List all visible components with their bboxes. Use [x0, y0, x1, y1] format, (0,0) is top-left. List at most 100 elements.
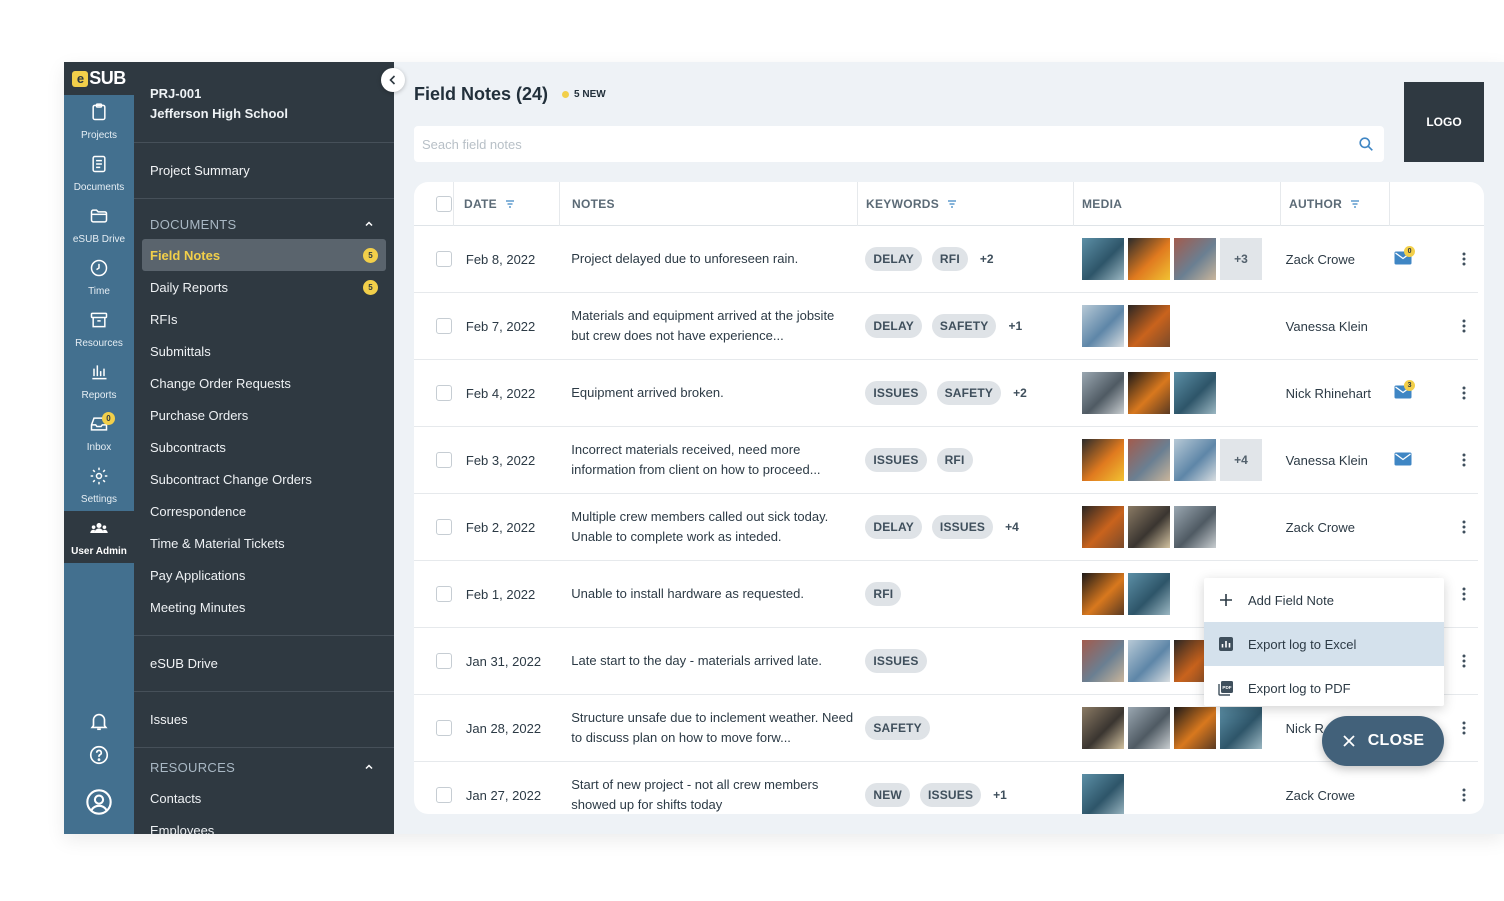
keyword-chip[interactable]: ISSUES [931, 515, 994, 539]
sidebar-item-subcontract-change-orders[interactable]: Subcontract Change Orders [134, 463, 394, 495]
mail-button[interactable] [1394, 452, 1414, 468]
mail-button[interactable]: 3 [1394, 380, 1416, 401]
media-thumbnail[interactable] [1173, 707, 1216, 749]
more-keywords-count[interactable]: +1 [993, 788, 1007, 802]
sidebar-item-daily-reports[interactable]: Daily Reports 5 [134, 271, 394, 303]
media-thumbnail[interactable] [1127, 640, 1170, 682]
media-thumbnail[interactable] [1219, 707, 1262, 749]
keyword-chip[interactable]: DELAY [865, 515, 922, 539]
more-options-icon[interactable] [1456, 318, 1472, 334]
sidebar-item-time-material-tickets[interactable]: Time & Material Tickets [134, 527, 394, 559]
row-checkbox[interactable] [436, 452, 452, 468]
media-thumbnail[interactable] [1127, 238, 1170, 280]
rail-item-reports[interactable]: Reports [64, 355, 134, 407]
more-keywords-count[interactable]: +1 [1008, 319, 1022, 333]
media-thumbnail[interactable] [1127, 305, 1170, 347]
row-checkbox[interactable] [436, 318, 452, 334]
row-checkbox[interactable] [436, 787, 452, 803]
keyword-chip[interactable]: RFI [865, 582, 902, 606]
mail-button[interactable]: 0 [1394, 246, 1416, 267]
menu-item-export-log-to-excel[interactable]: Export log to Excel [1204, 622, 1444, 666]
more-keywords-count[interactable]: +2 [980, 252, 994, 266]
keyword-chip[interactable]: SAFETY [936, 381, 1002, 405]
media-thumbnail[interactable] [1127, 707, 1170, 749]
sidebar-item-subcontracts[interactable]: Subcontracts [134, 431, 394, 463]
media-thumbnail[interactable] [1081, 707, 1124, 749]
sidebar-item-esub-drive[interactable]: eSUB Drive [134, 636, 394, 692]
table-row[interactable]: Feb 3, 2022 Incorrect materials received,… [414, 427, 1478, 494]
row-checkbox[interactable] [436, 251, 452, 267]
media-thumbnail[interactable] [1081, 573, 1124, 615]
resources-section-header[interactable]: RESOURCES [134, 752, 394, 782]
media-thumbnail[interactable] [1081, 506, 1124, 548]
media-thumbnail[interactable] [1127, 573, 1170, 615]
bell-icon[interactable] [88, 710, 110, 732]
table-row[interactable]: Feb 4, 2022 Equipment arrived broken. ISSU… [414, 360, 1478, 427]
row-checkbox[interactable] [436, 653, 452, 669]
table-row[interactable]: Jan 27, 2022 Start of new project - not a… [414, 762, 1478, 814]
sidebar-item-purchase-orders[interactable]: Purchase Orders [134, 399, 394, 431]
sidebar-item-submittals[interactable]: Submittals [134, 335, 394, 367]
keyword-chip[interactable]: ISSUES [865, 649, 927, 673]
media-thumbnail[interactable] [1081, 305, 1124, 347]
media-thumbnail[interactable] [1081, 439, 1124, 481]
sidebar-item-issues[interactable]: Issues [134, 692, 394, 748]
sidebar-item-field-notes[interactable]: Field Notes 5 [142, 239, 386, 271]
more-media-count[interactable]: +4 [1219, 439, 1262, 481]
row-checkbox[interactable] [436, 519, 452, 535]
more-options-icon[interactable] [1456, 251, 1472, 267]
sidebar-item-pay-applications[interactable]: Pay Applications [134, 559, 394, 591]
media-thumbnail[interactable] [1081, 372, 1124, 414]
table-row[interactable]: Feb 7, 2022 Materials and equipment arriv… [414, 293, 1478, 360]
rail-item-documents[interactable]: Documents [64, 147, 134, 199]
keyword-chip[interactable]: ISSUES [865, 448, 927, 472]
rail-item-time[interactable]: Time [64, 251, 134, 303]
media-thumbnail[interactable] [1081, 238, 1124, 280]
rail-item-esub-drive[interactable]: eSUB Drive [64, 199, 134, 251]
keyword-chip[interactable]: RFI [936, 448, 973, 472]
sidebar-item-change-order-requests[interactable]: Change Order Requests [134, 367, 394, 399]
keyword-chip[interactable]: RFI [931, 247, 968, 271]
keyword-chip[interactable]: ISSUES [919, 783, 982, 807]
filter-icon[interactable] [1350, 199, 1360, 209]
menu-item-add-field-note[interactable]: Add Field Note [1204, 578, 1444, 622]
rail-item-projects[interactable]: Projects [64, 95, 134, 147]
more-options-icon[interactable] [1456, 519, 1472, 535]
table-row[interactable]: Feb 8, 2022 Project delayed due to unfore… [414, 226, 1478, 293]
chevron-up-icon[interactable] [364, 762, 374, 772]
more-options-icon[interactable] [1456, 586, 1472, 602]
media-thumbnail[interactable] [1127, 372, 1170, 414]
media-thumbnail[interactable] [1127, 439, 1170, 481]
sidebar-item-meeting-minutes[interactable]: Meeting Minutes [134, 591, 394, 623]
media-thumbnail[interactable] [1081, 774, 1124, 814]
keyword-chip[interactable]: ISSUES [865, 381, 927, 405]
media-thumbnail[interactable] [1081, 640, 1124, 682]
column-header-keywords[interactable]: KEYWORDS [858, 182, 1074, 226]
close-button[interactable]: CLOSE [1322, 716, 1444, 766]
more-media-count[interactable]: +3 [1219, 238, 1262, 280]
search-icon[interactable] [1358, 136, 1374, 152]
media-thumbnail[interactable] [1173, 439, 1216, 481]
rail-item-settings[interactable]: Settings [64, 459, 134, 511]
row-checkbox[interactable] [436, 385, 452, 401]
sidebar-item-employees[interactable]: Employees [134, 814, 394, 835]
documents-section-header[interactable]: DOCUMENTS [134, 209, 394, 239]
filter-icon[interactable] [947, 199, 957, 209]
table-row[interactable]: Feb 2, 2022 Multiple crew members called … [414, 494, 1478, 561]
brand-logo[interactable]: e SUB [64, 62, 134, 95]
help-icon[interactable] [88, 744, 110, 766]
search-input[interactable] [422, 136, 1358, 152]
user-profile-icon[interactable] [85, 788, 113, 816]
row-checkbox[interactable] [436, 586, 452, 602]
column-header-date[interactable]: DATE [454, 182, 560, 226]
keyword-chip[interactable]: DELAY [865, 314, 922, 338]
sidebar-item-rfis[interactable]: RFIs [134, 303, 394, 335]
more-options-icon[interactable] [1456, 452, 1472, 468]
collapse-sidebar-button[interactable] [381, 68, 405, 92]
sidebar-item-contacts[interactable]: Contacts [134, 782, 394, 814]
rail-item-user-admin[interactable]: User Admin [64, 511, 134, 563]
more-keywords-count[interactable]: +2 [1013, 386, 1027, 400]
select-all-checkbox[interactable] [436, 195, 452, 212]
more-keywords-count[interactable]: +4 [1005, 520, 1019, 534]
more-options-icon[interactable] [1456, 787, 1472, 803]
